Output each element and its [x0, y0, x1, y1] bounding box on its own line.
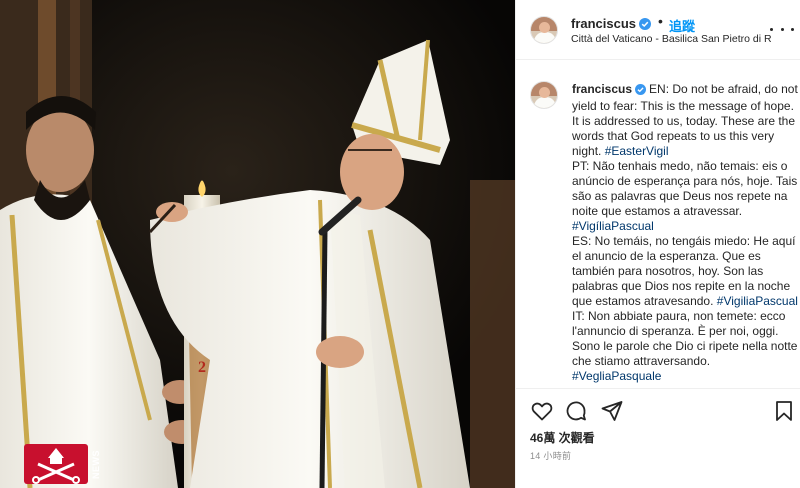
instagram-post: 2 2 — [0, 0, 800, 488]
location-link[interactable]: Città del Vaticano - Basilica San Pietro… — [571, 33, 771, 45]
share-icon[interactable] — [600, 399, 624, 423]
heart-icon[interactable] — [530, 399, 554, 423]
hashtag-link[interactable]: #VigíliaPascual — [572, 219, 654, 233]
more-options-icon[interactable] — [770, 22, 794, 36]
post-header: franciscus • 追蹤 Città del Vaticano - Bas… — [516, 0, 800, 60]
hashtag-link[interactable]: #VegliaPasquale — [572, 369, 661, 383]
username-link[interactable]: franciscus — [571, 16, 636, 31]
hashtag-link[interactable]: #EasterVigil — [605, 144, 669, 158]
separator-dot: • — [658, 13, 663, 29]
caption-it: IT: Non abbiate paura, non temete: ecco … — [572, 309, 798, 368]
comment-icon[interactable] — [564, 399, 588, 423]
caption-username[interactable]: franciscus — [572, 82, 632, 96]
vatican-news-logo: NEWS — [24, 444, 110, 484]
hashtag-link[interactable]: #VigiliaPascual — [717, 294, 798, 308]
avatar[interactable] — [530, 16, 558, 44]
news-watermark-text: NEWS — [91, 450, 101, 479]
comments-area[interactable]: franciscus EN: Do not be afraid, do not y… — [516, 61, 800, 387]
bookmark-icon[interactable] — [772, 399, 796, 423]
easter-vigil-scene: 2 2 — [0, 0, 515, 488]
caption-pt: PT: Não tenhais medo, não temais: eis o … — [572, 159, 798, 218]
verified-badge-icon — [635, 84, 647, 99]
svg-text:2: 2 — [198, 359, 206, 376]
post-side-panel: franciscus • 追蹤 Città del Vaticano - Bas… — [515, 0, 800, 488]
post-timestamp: 14 小時前 — [530, 451, 572, 461]
vatican-keys-icon — [24, 444, 88, 484]
post-media[interactable]: 2 2 — [0, 0, 515, 488]
caption-text: franciscus EN: Do not be afraid, do not y… — [572, 82, 798, 384]
caption-avatar[interactable] — [530, 81, 558, 109]
view-count[interactable]: 46萬 次觀看 — [530, 429, 595, 446]
action-bar: 46萬 次觀看 14 小時前 — [516, 388, 800, 488]
verified-badge-icon — [639, 18, 652, 33]
username-header[interactable]: franciscus — [571, 16, 652, 33]
